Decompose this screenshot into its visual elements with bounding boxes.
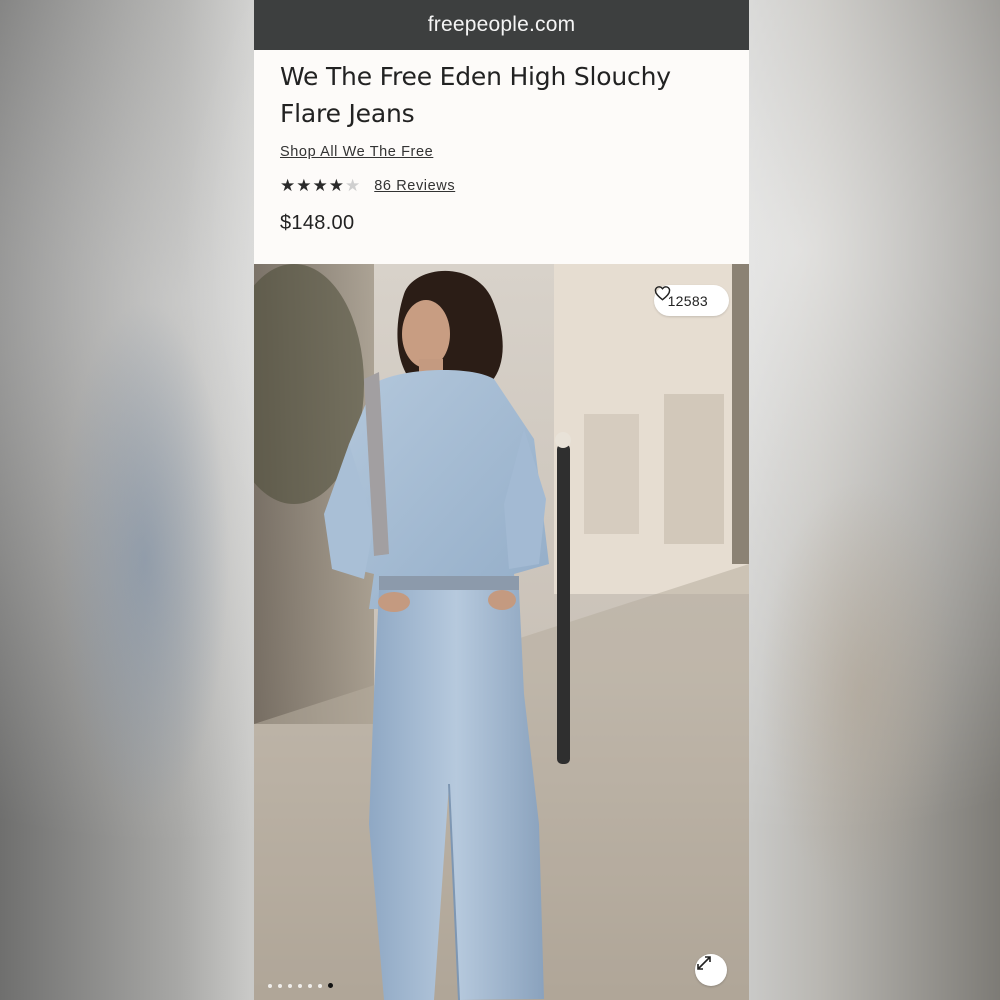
star-filled-icon: ★ bbox=[328, 176, 344, 195]
pagination-dot[interactable] bbox=[288, 983, 292, 988]
product-title-line-1: We The Free Eden High Slouchy bbox=[280, 62, 671, 91]
star-empty-icon: ★ bbox=[345, 176, 361, 195]
pagination-dot[interactable] bbox=[328, 983, 333, 988]
star-filled-icon: ★ bbox=[296, 176, 312, 195]
star-rating[interactable]: ★ ★ ★ ★ ★ bbox=[280, 177, 360, 194]
browser-url-bar[interactable]: freepeople.com bbox=[254, 0, 749, 50]
star-filled-icon: ★ bbox=[280, 176, 296, 195]
shop-brand-link[interactable]: Shop All We The Free bbox=[280, 144, 433, 160]
backdrop-blur-left bbox=[60, 300, 230, 820]
expand-button[interactable] bbox=[695, 954, 727, 986]
pagination-dot[interactable] bbox=[278, 983, 282, 988]
gallery-pagination[interactable] bbox=[268, 983, 333, 988]
product-title-line-2: Flare Jeans bbox=[280, 99, 415, 128]
product-image[interactable]: 12583 bbox=[254, 264, 749, 1000]
url-text: freepeople.com bbox=[427, 13, 576, 36]
like-count: 12583 bbox=[667, 292, 708, 309]
pagination-dot[interactable] bbox=[298, 983, 302, 988]
star-filled-icon: ★ bbox=[312, 176, 328, 195]
model-photo bbox=[254, 264, 749, 1000]
product-info: We The Free Eden High Slouchy Flare Jean… bbox=[254, 50, 749, 256]
pagination-dot[interactable] bbox=[318, 983, 322, 988]
pagination-dot[interactable] bbox=[268, 983, 272, 988]
backdrop-blur-right bbox=[760, 480, 960, 900]
phone-screen: freepeople.com We The Free Eden High Slo… bbox=[254, 0, 749, 1000]
rating-row: ★ ★ ★ ★ ★ 86 Reviews bbox=[280, 177, 723, 194]
pagination-dot[interactable] bbox=[308, 983, 312, 988]
product-price: $148.00 bbox=[280, 212, 355, 234]
reviews-link[interactable]: 86 Reviews bbox=[374, 178, 455, 194]
like-button[interactable]: 12583 bbox=[653, 285, 729, 316]
product-title: We The Free Eden High Slouchy Flare Jean… bbox=[280, 58, 723, 132]
